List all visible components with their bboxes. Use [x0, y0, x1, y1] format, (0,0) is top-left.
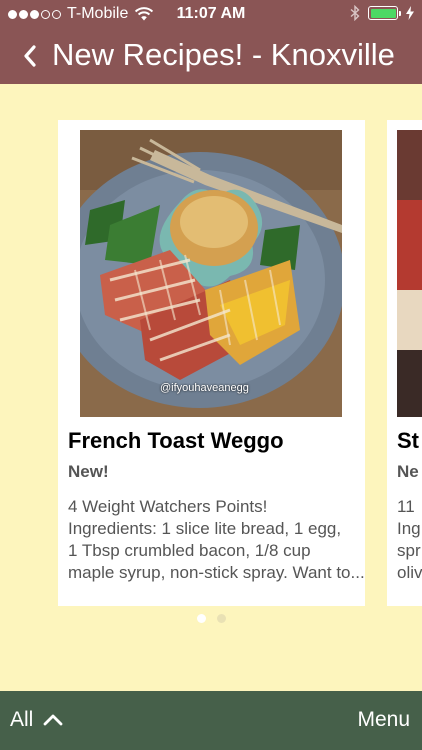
charging-bolt-icon [406, 6, 414, 20]
recipe-photo-illustration [80, 130, 342, 417]
status-right [350, 5, 414, 21]
description-line: spr [397, 541, 421, 560]
filter-label: All [10, 708, 34, 731]
recipe-title: French Toast Weggo [68, 428, 284, 453]
description-line: 4 Weight Watchers Points! [68, 497, 268, 516]
recipe-photo-illustration [397, 130, 422, 417]
recipe-badge: New! [68, 462, 109, 481]
chevron-left-icon[interactable] [20, 42, 40, 70]
recipe-badge: Ne [397, 462, 419, 481]
recipe-card[interactable]: St Ne 11 Ing spr oliv [387, 120, 422, 606]
chevron-up-icon [43, 714, 63, 726]
description-line: 1 Tbsp crumbled bacon, 1/8 cup [68, 541, 311, 560]
status-bar: T-Mobile 11:07 AM [0, 0, 422, 28]
bluetooth-icon [350, 5, 360, 21]
page-dot-active[interactable] [196, 614, 206, 623]
description-line: 11 [397, 497, 415, 516]
page-title: New Recipes! - Knoxville [52, 37, 395, 72]
navigation-bar: New Recipes! - Knoxville [0, 28, 422, 84]
menu-button[interactable]: Menu [357, 708, 410, 732]
bottom-toolbar: All Menu [0, 691, 422, 750]
page-dot[interactable] [216, 614, 226, 623]
description-line: maple syrup, non-stick spray. Want to... [68, 563, 365, 582]
recipe-description: 4 Weight Watchers Points! Ingredients: 1… [68, 496, 365, 584]
filter-button[interactable]: All [10, 708, 63, 732]
recipe-photo[interactable] [397, 130, 422, 417]
battery-level [370, 8, 396, 18]
photo-caption: @ifyouhaveanegg [160, 382, 249, 394]
recipe-title: St [397, 428, 419, 453]
recipe-description: 11 Ing spr oliv [397, 496, 422, 584]
page-indicator[interactable] [0, 614, 422, 623]
recipe-card[interactable]: @ifyouhaveanegg French Toast Weggo New! … [58, 120, 365, 606]
description-line: Ingredients: 1 slice lite bread, 1 egg, [68, 519, 342, 538]
battery-icon [368, 6, 401, 20]
description-line: Ing [397, 519, 421, 538]
recipe-carousel[interactable]: @ifyouhaveanegg French Toast Weggo New! … [0, 84, 422, 691]
recipe-photo[interactable]: @ifyouhaveanegg [80, 130, 342, 417]
description-line: oliv [397, 563, 422, 582]
